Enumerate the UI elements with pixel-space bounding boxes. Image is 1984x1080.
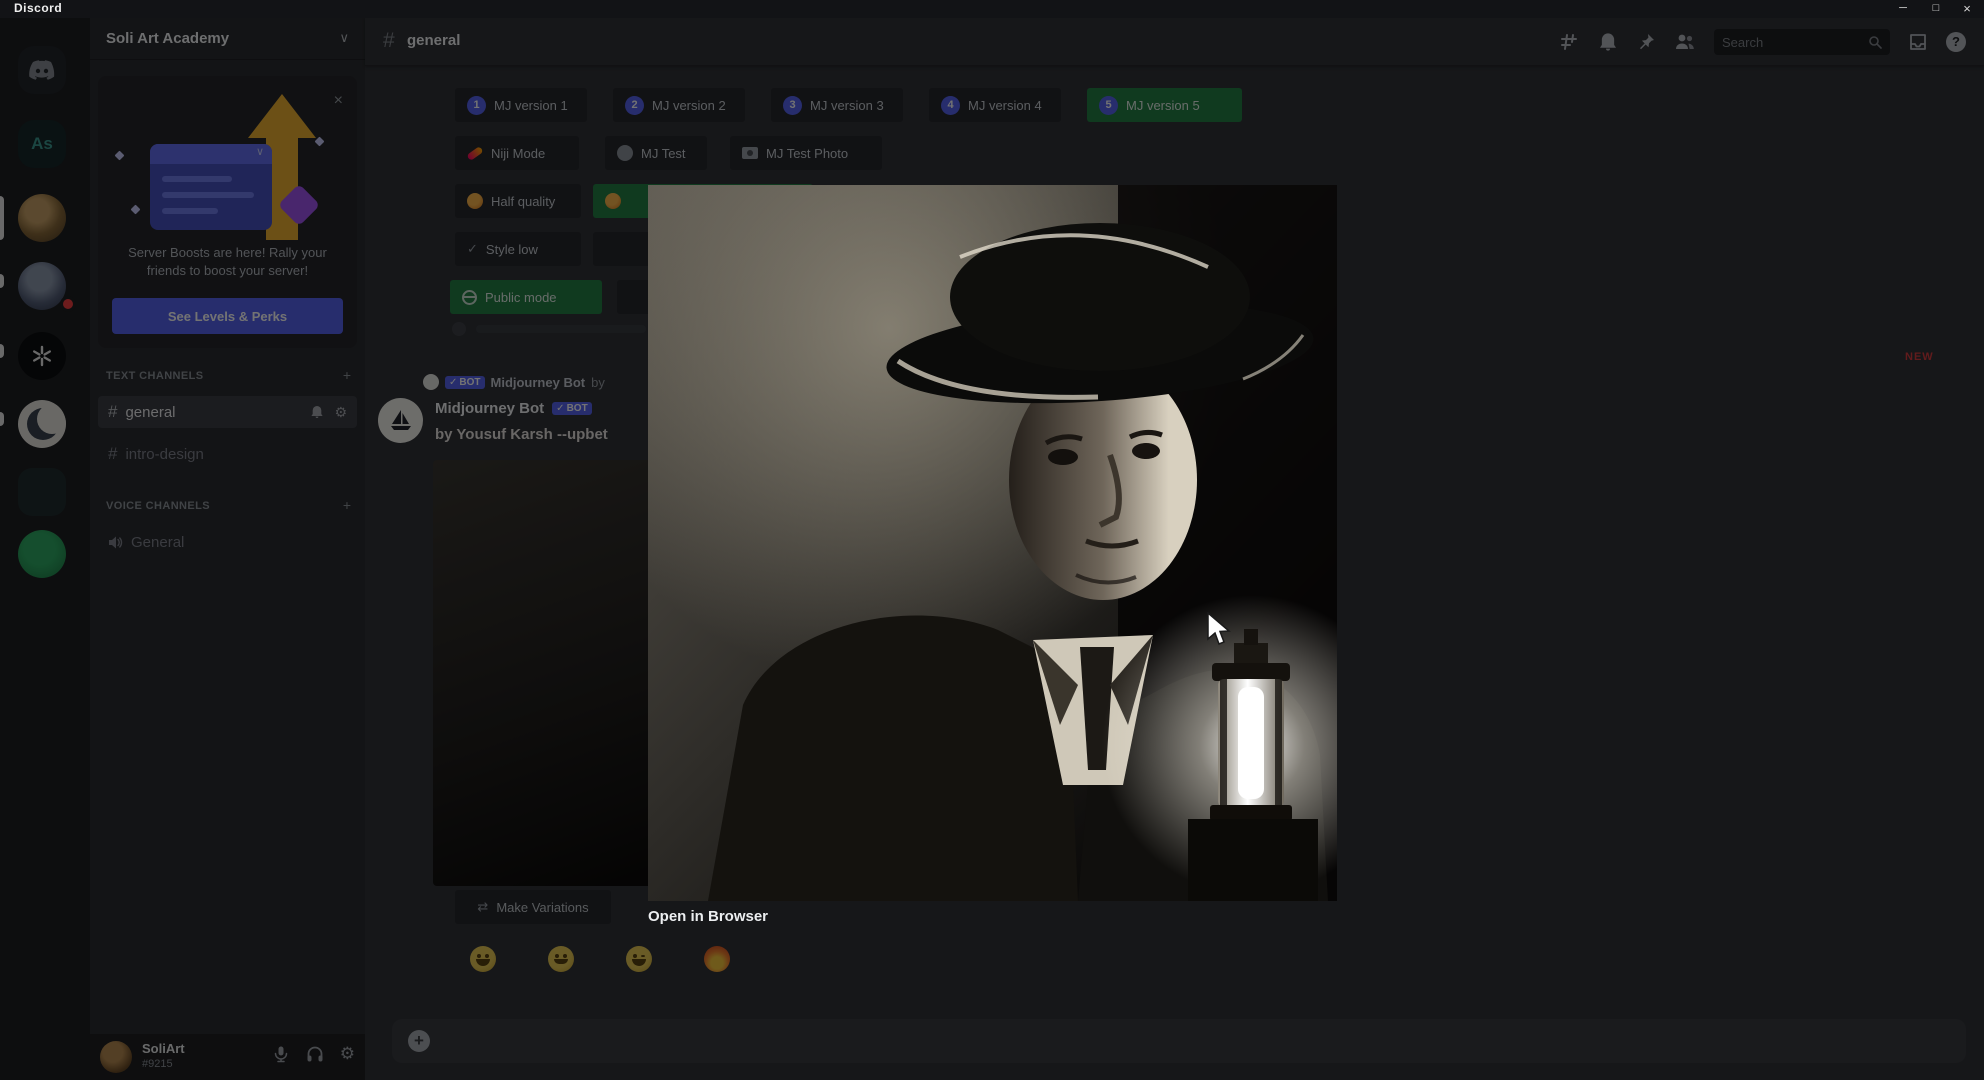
discord-logo: Discord: [14, 1, 63, 15]
mouse-cursor: [1207, 612, 1231, 645]
open-in-browser-link[interactable]: Open in Browser: [648, 908, 768, 925]
window-minimize-button[interactable]: ─: [1888, 0, 1918, 17]
portrait-photo: [648, 185, 1337, 901]
window-close-button[interactable]: ×: [1952, 0, 1982, 17]
window-maximize-button[interactable]: □: [1921, 0, 1951, 17]
lightbox-image[interactable]: [648, 185, 1337, 901]
discord-app: Discord ─ □ × As: [0, 0, 1984, 1080]
titlebar: Discord ─ □ ×: [0, 0, 1984, 18]
